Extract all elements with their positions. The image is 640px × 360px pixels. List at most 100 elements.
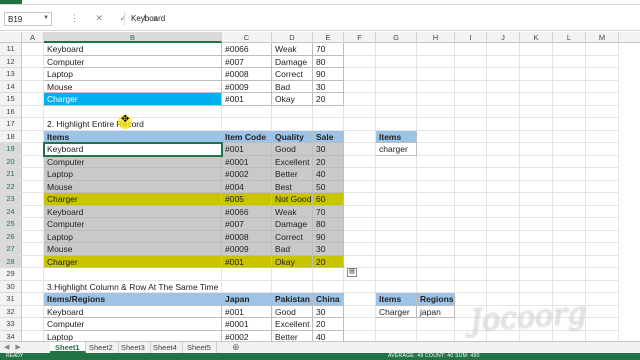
record-item-cell[interactable]: Charger (44, 193, 222, 206)
worksheet-grid[interactable]: 11 Keyboard #0066 Weak 70 12 Computer #007 Damag… (0, 43, 640, 341)
record-quality-cell[interactable]: Good (272, 143, 313, 156)
region-china-cell[interactable]: 30 (313, 305, 344, 318)
region-japan-cell[interactable]: #0002 (222, 330, 272, 341)
column-header-g[interactable]: G (376, 32, 417, 43)
item-cell[interactable]: Computer (44, 55, 222, 68)
row-number[interactable]: 22 (0, 180, 22, 193)
column-header-l[interactable]: L (553, 32, 586, 43)
record-quality-cell[interactable]: Okay (272, 255, 313, 268)
ribbon-tab[interactable]: FORMULAS (150, 0, 189, 2)
row-number[interactable]: 19 (0, 143, 22, 156)
record-item-cell[interactable]: Keyboard (43, 142, 223, 157)
header-japan[interactable]: Japan (222, 293, 272, 306)
row-number[interactable]: 30 (0, 280, 22, 293)
region-japan-cell[interactable]: #0001 (222, 318, 272, 331)
tab-sheet3[interactable]: Sheet3 (116, 342, 151, 353)
ribbon-tab[interactable]: HOME (36, 0, 57, 2)
criteria-header-items[interactable]: Items (376, 130, 417, 143)
criteria-header-regions[interactable]: Regions (417, 293, 455, 306)
region-pakistan-cell[interactable]: Excellent (272, 318, 313, 331)
column-header-i[interactable]: I (455, 32, 487, 43)
header-china[interactable]: China (313, 293, 344, 306)
column-header-e[interactable]: E (313, 32, 344, 43)
record-code-cell[interactable]: #007 (222, 218, 272, 231)
sale-cell[interactable]: 20 (313, 93, 344, 106)
record-code-cell[interactable]: #0001 (222, 155, 272, 168)
item-code-cell[interactable]: #007 (222, 55, 272, 68)
row-number[interactable]: 31 (0, 293, 22, 306)
header-pakistan[interactable]: Pakistan (272, 293, 313, 306)
row-number[interactable]: 25 (0, 218, 22, 231)
ribbon-tab[interactable]: FILE (4, 0, 19, 2)
criteria-item-input[interactable]: Charger (376, 305, 417, 318)
ribbon-tab[interactable]: DEVELOPER (292, 0, 335, 2)
header-item-code[interactable]: Item Code (222, 130, 272, 143)
row-number[interactable]: 26 (0, 230, 22, 243)
column-header-a[interactable]: A (22, 32, 44, 43)
column-header-h[interactable]: H (417, 32, 455, 43)
record-item-cell[interactable]: Laptop (44, 168, 222, 181)
row-number[interactable]: 11 (0, 43, 22, 56)
criteria-region-input[interactable]: japan (417, 305, 455, 318)
column-header-k[interactable]: K (520, 32, 553, 43)
record-code-cell[interactable]: #005 (222, 193, 272, 206)
record-quality-cell[interactable]: Weak (272, 205, 313, 218)
region-item-cell[interactable]: Laptop (44, 330, 222, 341)
sale-cell[interactable]: 30 (313, 80, 344, 93)
row-number[interactable]: 32 (0, 305, 22, 318)
ribbon-tab[interactable]: REVIEW (228, 0, 256, 2)
record-item-cell[interactable]: Laptop (44, 230, 222, 243)
record-item-cell[interactable]: Mouse (44, 180, 222, 193)
quality-cell[interactable]: Okay (272, 93, 313, 106)
quality-cell[interactable]: Weak (272, 43, 313, 56)
quality-cell[interactable]: Correct (272, 68, 313, 81)
row-number[interactable]: 24 (0, 205, 22, 218)
name-box[interactable]: B19 ▼ (4, 12, 52, 26)
record-code-cell[interactable]: #0066 (222, 205, 272, 218)
row-number[interactable]: 21 (0, 168, 22, 181)
region-japan-cell[interactable]: #001 (222, 305, 272, 318)
row-number[interactable]: 16 (0, 105, 22, 118)
quick-analysis-icon[interactable]: ▤ (347, 268, 357, 277)
row-number[interactable]: 23 (0, 193, 22, 206)
record-quality-cell[interactable]: Bad (272, 243, 313, 256)
record-item-cell[interactable]: Keyboard (44, 205, 222, 218)
header-items[interactable]: Items (44, 130, 222, 143)
record-sale-cell[interactable]: 50 (313, 180, 344, 193)
item-code-cell[interactable]: #0066 (222, 43, 272, 56)
record-code-cell[interactable]: #0008 (222, 230, 272, 243)
row-number[interactable]: 33 (0, 318, 22, 331)
header-sale[interactable]: Sale (313, 130, 344, 143)
ribbon-tab[interactable]: PAGE LAYOUT (100, 0, 148, 2)
formula-input[interactable]: Keyboard (124, 12, 629, 26)
record-code-cell[interactable]: #0002 (222, 168, 272, 181)
row-number[interactable]: 13 (0, 68, 22, 81)
row-number[interactable]: 34 (0, 330, 22, 341)
record-item-cell[interactable]: Charger (44, 255, 222, 268)
item-cell[interactable]: Laptop (44, 68, 222, 81)
criteria-value-input[interactable]: charger (376, 143, 417, 156)
region-item-cell[interactable]: Keyboard (44, 305, 222, 318)
sale-cell[interactable]: 80 (313, 55, 344, 68)
row-number[interactable]: 17 (0, 118, 22, 131)
row-number[interactable]: 18 (0, 130, 22, 143)
item-cell[interactable]: Keyboard (44, 43, 222, 56)
region-china-cell[interactable]: 20 (313, 318, 344, 331)
column-header-f[interactable]: F (344, 32, 376, 43)
region-pakistan-cell[interactable]: Good (272, 305, 313, 318)
row-number[interactable]: 28 (0, 255, 22, 268)
record-sale-cell[interactable]: 20 (313, 255, 344, 268)
ribbon-tab[interactable]: VIEW (262, 0, 280, 2)
record-code-cell[interactable]: #004 (222, 180, 272, 193)
chevron-down-icon[interactable]: ▼ (43, 15, 49, 21)
sale-cell[interactable]: 90 (313, 68, 344, 81)
quality-cell[interactable]: Bad (272, 80, 313, 93)
column-header-b[interactable]: B (44, 32, 222, 43)
record-sale-cell[interactable]: 90 (313, 230, 344, 243)
column-header-c[interactable]: C (222, 32, 272, 43)
record-quality-cell[interactable]: Excellent (272, 155, 313, 168)
row-number[interactable]: 27 (0, 243, 22, 256)
record-code-cell[interactable]: #001 (222, 143, 272, 156)
record-sale-cell[interactable]: 40 (313, 168, 344, 181)
record-quality-cell[interactable]: Better (272, 168, 313, 181)
